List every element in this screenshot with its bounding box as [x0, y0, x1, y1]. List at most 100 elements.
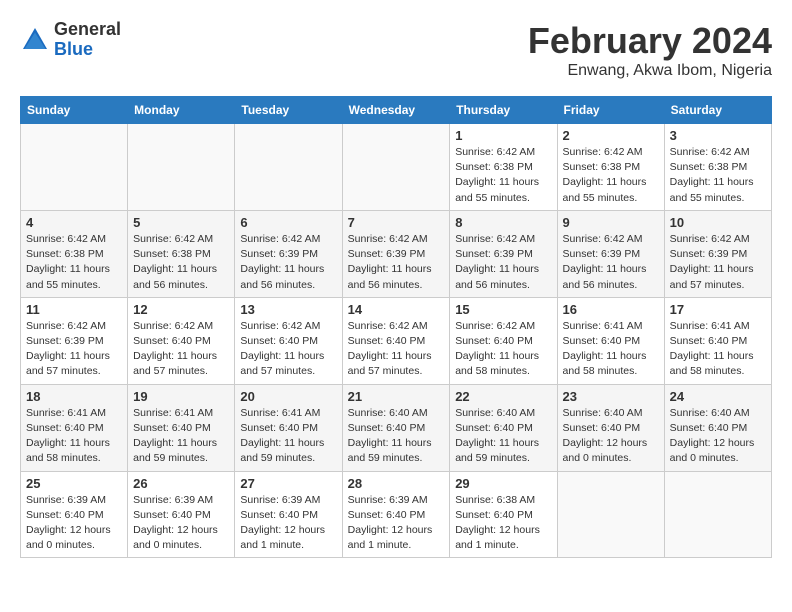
calendar-cell: 4 Sunrise: 6:42 AM Sunset: 6:38 PM Daylig… [21, 210, 128, 297]
calendar-cell [557, 471, 664, 558]
calendar-cell: 6 Sunrise: 6:42 AM Sunset: 6:39 PM Daylig… [235, 210, 342, 297]
calendar-cell: 9 Sunrise: 6:42 AM Sunset: 6:39 PM Daylig… [557, 210, 664, 297]
calendar-cell: 24Sunrise: 6:40 AM Sunset: 6:40 PM Dayli… [664, 384, 771, 471]
calendar-cell: 14 Sunrise: 6:42 AM Sunset: 6:40 PM Dayli… [342, 297, 450, 384]
day-detail: Sunrise: 6:39 AM Sunset: 6:40 PM Dayligh… [26, 493, 122, 554]
day-number: 4 [26, 215, 122, 230]
day-detail: Sunrise: 6:42 AM Sunset: 6:38 PM Dayligh… [670, 145, 766, 206]
header: General Blue February 2024 Enwang, Akwa … [20, 20, 772, 80]
main-title: February 2024 [528, 20, 772, 62]
day-number: 14 [348, 302, 445, 317]
day-detail: Sunrise: 6:42 AM Sunset: 6:40 PM Dayligh… [348, 319, 445, 380]
calendar-cell: 8 Sunrise: 6:42 AM Sunset: 6:39 PM Daylig… [450, 210, 557, 297]
calendar-cell: 27Sunrise: 6:39 AM Sunset: 6:40 PM Dayli… [235, 471, 342, 558]
logo-icon [20, 25, 50, 55]
day-detail: Sunrise: 6:41 AM Sunset: 6:40 PM Dayligh… [133, 406, 229, 467]
calendar-cell: 21Sunrise: 6:40 AM Sunset: 6:40 PM Dayli… [342, 384, 450, 471]
calendar-cell [235, 124, 342, 211]
calendar-cell: 20 Sunrise: 6:41 AM Sunset: 6:40 PM Dayli… [235, 384, 342, 471]
day-number: 22 [455, 389, 551, 404]
calendar-cell: 3 Sunrise: 6:42 AM Sunset: 6:38 PM Daylig… [664, 124, 771, 211]
day-number: 17 [670, 302, 766, 317]
calendar-cell [342, 124, 450, 211]
day-detail: Sunrise: 6:39 AM Sunset: 6:40 PM Dayligh… [348, 493, 445, 554]
header-tuesday: Tuesday [235, 97, 342, 124]
week-row-3: 18 Sunrise: 6:41 AM Sunset: 6:40 PM Dayli… [21, 384, 772, 471]
header-sunday: Sunday [21, 97, 128, 124]
header-monday: Monday [128, 97, 235, 124]
day-number: 12 [133, 302, 229, 317]
day-number: 20 [240, 389, 336, 404]
day-number: 1 [455, 128, 551, 143]
day-number: 13 [240, 302, 336, 317]
calendar-cell: 28 Sunrise: 6:39 AM Sunset: 6:40 PM Dayli… [342, 471, 450, 558]
day-number: 6 [240, 215, 336, 230]
day-number: 29 [455, 476, 551, 491]
day-detail: Sunrise: 6:42 AM Sunset: 6:39 PM Dayligh… [670, 232, 766, 293]
day-number: 27 [240, 476, 336, 491]
day-number: 5 [133, 215, 229, 230]
logo: General Blue [20, 20, 121, 60]
day-number: 3 [670, 128, 766, 143]
day-number: 25 [26, 476, 122, 491]
calendar-cell: 25 Sunrise: 6:39 AM Sunset: 6:40 PM Dayli… [21, 471, 128, 558]
calendar-cell: 1Sunrise: 6:42 AM Sunset: 6:38 PM Daylig… [450, 124, 557, 211]
day-detail: Sunrise: 6:42 AM Sunset: 6:38 PM Dayligh… [563, 145, 659, 206]
day-detail: Sunrise: 6:42 AM Sunset: 6:38 PM Dayligh… [133, 232, 229, 293]
day-detail: Sunrise: 6:41 AM Sunset: 6:40 PM Dayligh… [563, 319, 659, 380]
calendar-cell [21, 124, 128, 211]
day-number: 10 [670, 215, 766, 230]
week-row-0: 1 Sunrise: 6:42 AM Sunset: 6:38 PM Daylig… [21, 124, 772, 211]
day-detail: Sunrise: 6:42 AM Sunset: 6:39 PM Dayligh… [563, 232, 659, 293]
day-detail: Sunrise: 6:42 AM Sunset: 6:40 PM Dayligh… [240, 319, 336, 380]
logo-blue: Blue [54, 40, 121, 60]
day-number: 18 [26, 389, 122, 404]
calendar-cell: 18 Sunrise: 6:41 AM Sunset: 6:40 PM Dayli… [21, 384, 128, 471]
calendar-cell: 19 Sunrise: 6:41 AM Sunset: 6:40 PM Dayli… [128, 384, 235, 471]
title-area: February 2024 Enwang, Akwa Ibom, Nigeria [528, 20, 772, 80]
day-detail: Sunrise: 6:40 AM Sunset: 6:40 PM Dayligh… [455, 406, 551, 467]
day-number: 23 [563, 389, 659, 404]
day-detail: Sunrise: 6:40 AM Sunset: 6:40 PM Dayligh… [348, 406, 445, 467]
day-detail: Sunrise: 6:42 AM Sunset: 6:39 PM Dayligh… [455, 232, 551, 293]
calendar-cell: 26 Sunrise: 6:39 AM Sunset: 6:40 PM Dayli… [128, 471, 235, 558]
calendar-cell: 23Sunrise: 6:40 AM Sunset: 6:40 PM Dayli… [557, 384, 664, 471]
logo-text: General Blue [54, 20, 121, 60]
day-detail: Sunrise: 6:39 AM Sunset: 6:40 PM Dayligh… [133, 493, 229, 554]
header-friday: Friday [557, 97, 664, 124]
day-number: 28 [348, 476, 445, 491]
day-number: 8 [455, 215, 551, 230]
calendar-table: SundayMondayTuesdayWednesdayThursdayFrid… [20, 96, 772, 558]
calendar-cell: 7Sunrise: 6:42 AM Sunset: 6:39 PM Daylig… [342, 210, 450, 297]
day-number: 2 [563, 128, 659, 143]
calendar-header-row: SundayMondayTuesdayWednesdayThursdayFrid… [21, 97, 772, 124]
day-number: 19 [133, 389, 229, 404]
day-number: 15 [455, 302, 551, 317]
calendar-cell: 29 Sunrise: 6:38 AM Sunset: 6:40 PM Dayli… [450, 471, 557, 558]
day-detail: Sunrise: 6:38 AM Sunset: 6:40 PM Dayligh… [455, 493, 551, 554]
calendar-cell: 2 Sunrise: 6:42 AM Sunset: 6:38 PM Daylig… [557, 124, 664, 211]
calendar-cell: 22 Sunrise: 6:40 AM Sunset: 6:40 PM Dayli… [450, 384, 557, 471]
day-detail: Sunrise: 6:42 AM Sunset: 6:40 PM Dayligh… [133, 319, 229, 380]
week-row-1: 4 Sunrise: 6:42 AM Sunset: 6:38 PM Daylig… [21, 210, 772, 297]
sub-title: Enwang, Akwa Ibom, Nigeria [528, 62, 772, 80]
calendar-cell: 15 Sunrise: 6:42 AM Sunset: 6:40 PM Dayli… [450, 297, 557, 384]
week-row-4: 25 Sunrise: 6:39 AM Sunset: 6:40 PM Dayli… [21, 471, 772, 558]
day-detail: Sunrise: 6:41 AM Sunset: 6:40 PM Dayligh… [240, 406, 336, 467]
day-number: 26 [133, 476, 229, 491]
day-number: 7 [348, 215, 445, 230]
calendar-cell [128, 124, 235, 211]
day-number: 24 [670, 389, 766, 404]
day-number: 16 [563, 302, 659, 317]
day-detail: Sunrise: 6:41 AM Sunset: 6:40 PM Dayligh… [26, 406, 122, 467]
day-detail: Sunrise: 6:42 AM Sunset: 6:38 PM Dayligh… [26, 232, 122, 293]
day-detail: Sunrise: 6:42 AM Sunset: 6:39 PM Dayligh… [26, 319, 122, 380]
day-detail: Sunrise: 6:42 AM Sunset: 6:39 PM Dayligh… [240, 232, 336, 293]
calendar-cell: 16 Sunrise: 6:41 AM Sunset: 6:40 PM Dayli… [557, 297, 664, 384]
calendar-cell [664, 471, 771, 558]
day-number: 9 [563, 215, 659, 230]
calendar-cell: 13 Sunrise: 6:42 AM Sunset: 6:40 PM Dayli… [235, 297, 342, 384]
logo-general: General [54, 20, 121, 40]
week-row-2: 11Sunrise: 6:42 AM Sunset: 6:39 PM Dayli… [21, 297, 772, 384]
day-detail: Sunrise: 6:42 AM Sunset: 6:40 PM Dayligh… [455, 319, 551, 380]
